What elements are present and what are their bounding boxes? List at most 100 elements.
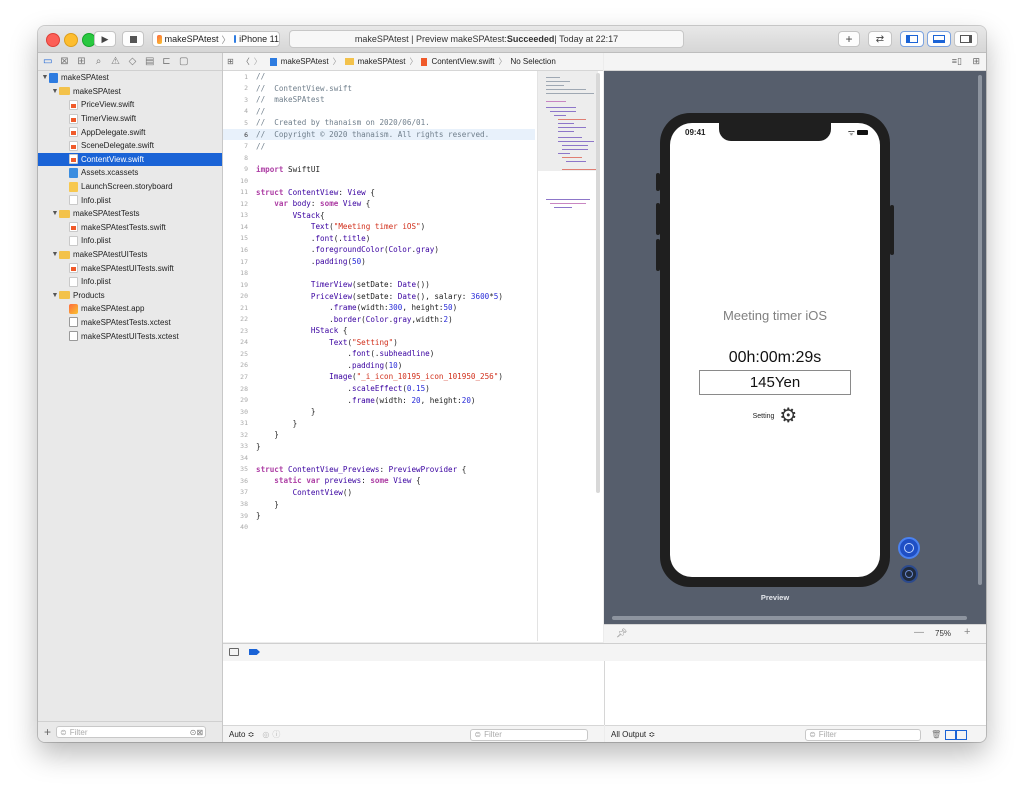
navigator-row[interactable]: ▼ makeSPAtestUITests: [38, 248, 222, 262]
trash-icon[interactable]: 🗑︎: [931, 730, 941, 739]
code-line[interactable]: 17 . padding(50): [223, 256, 535, 268]
breakpoints-toggle-icon[interactable]: [249, 649, 260, 655]
disclosure-triangle-icon[interactable]: ▼: [51, 251, 59, 258]
navigator-row[interactable]: Info.plist: [38, 193, 222, 207]
disclosure-triangle-icon[interactable]: ▼: [51, 292, 59, 299]
zoom-level[interactable]: 75%: [935, 629, 951, 638]
code-line[interactable]: 10: [223, 175, 535, 187]
code-line[interactable]: 7 //: [223, 140, 535, 152]
jumpbar-group[interactable]: makeSPAtest: [358, 57, 406, 66]
minimap-visible-region[interactable]: [538, 71, 598, 171]
code-line[interactable]: 40: [223, 521, 535, 533]
code-line[interactable]: 21 . frame (width: 300, height: 50): [223, 302, 535, 314]
code-line[interactable]: 22 . border(Color. gray ,width: 2): [223, 313, 535, 325]
adjust-editor-options-icon[interactable]: ≡▯: [952, 56, 962, 67]
code-line[interactable]: 27 Image("_i_icon_10195_icon_101950_256"…: [223, 371, 535, 383]
code-line[interactable]: 25 . font (. subheadline): [223, 348, 535, 360]
code-line[interactable]: 36 static var previews: some View {: [223, 475, 535, 487]
pin-icon[interactable]: 📌︎: [616, 628, 627, 639]
navigator-row[interactable]: LaunchScreen.storyboard: [38, 180, 222, 194]
code-line[interactable]: 8: [223, 152, 535, 164]
code-line[interactable]: 34: [223, 452, 535, 464]
code-line[interactable]: 15 . font (. title): [223, 233, 535, 245]
navigator-row[interactable]: ▼ makeSPAtest: [38, 85, 222, 99]
code-line[interactable]: 1 //: [223, 71, 535, 83]
navigator-row[interactable]: makeSPAtestUITests.xctest: [38, 329, 222, 343]
breakpoint-icon[interactable]: ⊏: [162, 56, 171, 67]
quick-look-eye-icon[interactable]: ◎: [262, 730, 269, 739]
test-icon[interactable]: ◇: [128, 56, 137, 67]
code-line[interactable]: 2 // ContentView.swift: [223, 83, 535, 95]
code-line[interactable]: 26 . padding(10): [223, 360, 535, 372]
zoom-in-icon[interactable]: +: [964, 626, 970, 638]
navigator-row[interactable]: makeSPAtestUITests.swift: [38, 261, 222, 275]
code-review-button[interactable]: ⇄: [868, 31, 892, 47]
code-line[interactable]: 18: [223, 267, 535, 279]
code-line[interactable]: 12 var body: some View {: [223, 198, 535, 210]
code-line[interactable]: 37 ContentView(): [223, 487, 535, 499]
hide-debug-area-icon[interactable]: [229, 648, 239, 656]
close-window-button[interactable]: [46, 33, 60, 47]
variables-view[interactable]: [223, 661, 605, 725]
zoom-out-icon[interactable]: —: [914, 627, 924, 638]
forward-arrow-icon[interactable]: 〉: [254, 56, 262, 67]
navigator-row[interactable]: Assets.xcassets: [38, 166, 222, 180]
console-output-popup[interactable]: All Output ≎: [611, 730, 655, 739]
jumpbar-selection[interactable]: No Selection: [510, 57, 555, 66]
code-line[interactable]: 30 }: [223, 406, 535, 418]
code-line[interactable]: 33}: [223, 441, 535, 453]
run-button[interactable]: ▶: [94, 31, 116, 47]
navigator-row[interactable]: ▼ makeSPAtest: [38, 71, 222, 85]
related-items-icon[interactable]: ⊞: [227, 57, 234, 66]
navigator-row[interactable]: AppDelegate.swift: [38, 125, 222, 139]
code-line[interactable]: 31 }: [223, 417, 535, 429]
stop-button[interactable]: [122, 31, 144, 47]
navigator-row[interactable]: PriceView.swift: [38, 98, 222, 112]
navigator-row[interactable]: ▼ makeSPAtestTests: [38, 207, 222, 221]
split-console-icon[interactable]: [945, 729, 968, 740]
code-line[interactable]: 38 }: [223, 498, 535, 510]
navigator-filter-input[interactable]: ⊜ Filter ⊙⊠: [56, 726, 207, 738]
editor-scrollbar[interactable]: [596, 73, 600, 493]
info-icon[interactable]: ⓘ: [272, 729, 280, 740]
navigator-row[interactable]: makeSPAtest.app: [38, 302, 222, 316]
code-line[interactable]: 35 struct ContentView_Previews: PreviewPr…: [223, 464, 535, 476]
code-lines[interactable]: 1//2// ContentView.swift 3// makeSPAtest 4…: [223, 71, 535, 533]
code-line[interactable]: 3 // makeSPAtest: [223, 94, 535, 106]
navigator-row[interactable]: TimerView.swift: [38, 112, 222, 126]
code-line[interactable]: 14 Text("Meeting timer iOS"): [223, 221, 535, 233]
variables-filter-input[interactable]: ⊜ Filter: [470, 728, 589, 741]
warning-icon[interactable]: ⚠: [111, 56, 120, 67]
variables-scope-popup[interactable]: Auto ≎: [229, 730, 254, 739]
code-line[interactable]: 20 PriceView (setDate: Date (), salary: 36…: [223, 290, 535, 302]
navigator-row[interactable]: Info.plist: [38, 275, 222, 289]
add-editor-icon[interactable]: ⊞: [972, 56, 980, 67]
disclosure-triangle-icon[interactable]: ▼: [51, 88, 59, 95]
code-line[interactable]: 16 . foregroundColor(Color. gray): [223, 244, 535, 256]
code-line[interactable]: 6 // Copyright © 2020 thanaism. All right…: [223, 128, 535, 141]
code-line[interactable]: 23 HStack {: [223, 325, 535, 337]
console-filter-input[interactable]: ⊜ Filter: [805, 728, 922, 741]
search-icon[interactable]: ⌕: [94, 56, 103, 67]
code-line[interactable]: 32 }: [223, 429, 535, 441]
code-line[interactable]: 29 . frame (width: 20, height: 20): [223, 394, 535, 406]
toggle-inspector-button[interactable]: [954, 31, 978, 47]
recent-files-icon[interactable]: ⊙⊠: [190, 728, 203, 737]
navigator-row[interactable]: ▼ Products: [38, 289, 222, 303]
code-line[interactable]: 28 . scaleEffect(0.15): [223, 383, 535, 395]
report-icon[interactable]: ▢: [179, 56, 188, 67]
navigator-row[interactable]: makeSPAtestTests.swift: [38, 221, 222, 235]
live-preview-button[interactable]: [898, 537, 920, 559]
minimize-window-button[interactable]: [64, 33, 78, 47]
code-line[interactable]: 13 VStack{: [223, 210, 535, 222]
inspect-preview-button[interactable]: [900, 565, 918, 583]
disclosure-triangle-icon[interactable]: ▼: [51, 210, 59, 217]
jumpbar-project[interactable]: makeSPAtest: [281, 57, 329, 66]
canvas-vertical-scrollbar[interactable]: [978, 75, 982, 585]
library-button[interactable]: +: [838, 31, 860, 47]
code-line[interactable]: 39}: [223, 510, 535, 522]
code-line[interactable]: 9 import SwiftUI: [223, 163, 535, 175]
back-arrow-icon[interactable]: 〈: [242, 56, 250, 67]
console-view[interactable]: [605, 661, 986, 725]
code-line[interactable]: 24 Text("Setting"): [223, 337, 535, 349]
